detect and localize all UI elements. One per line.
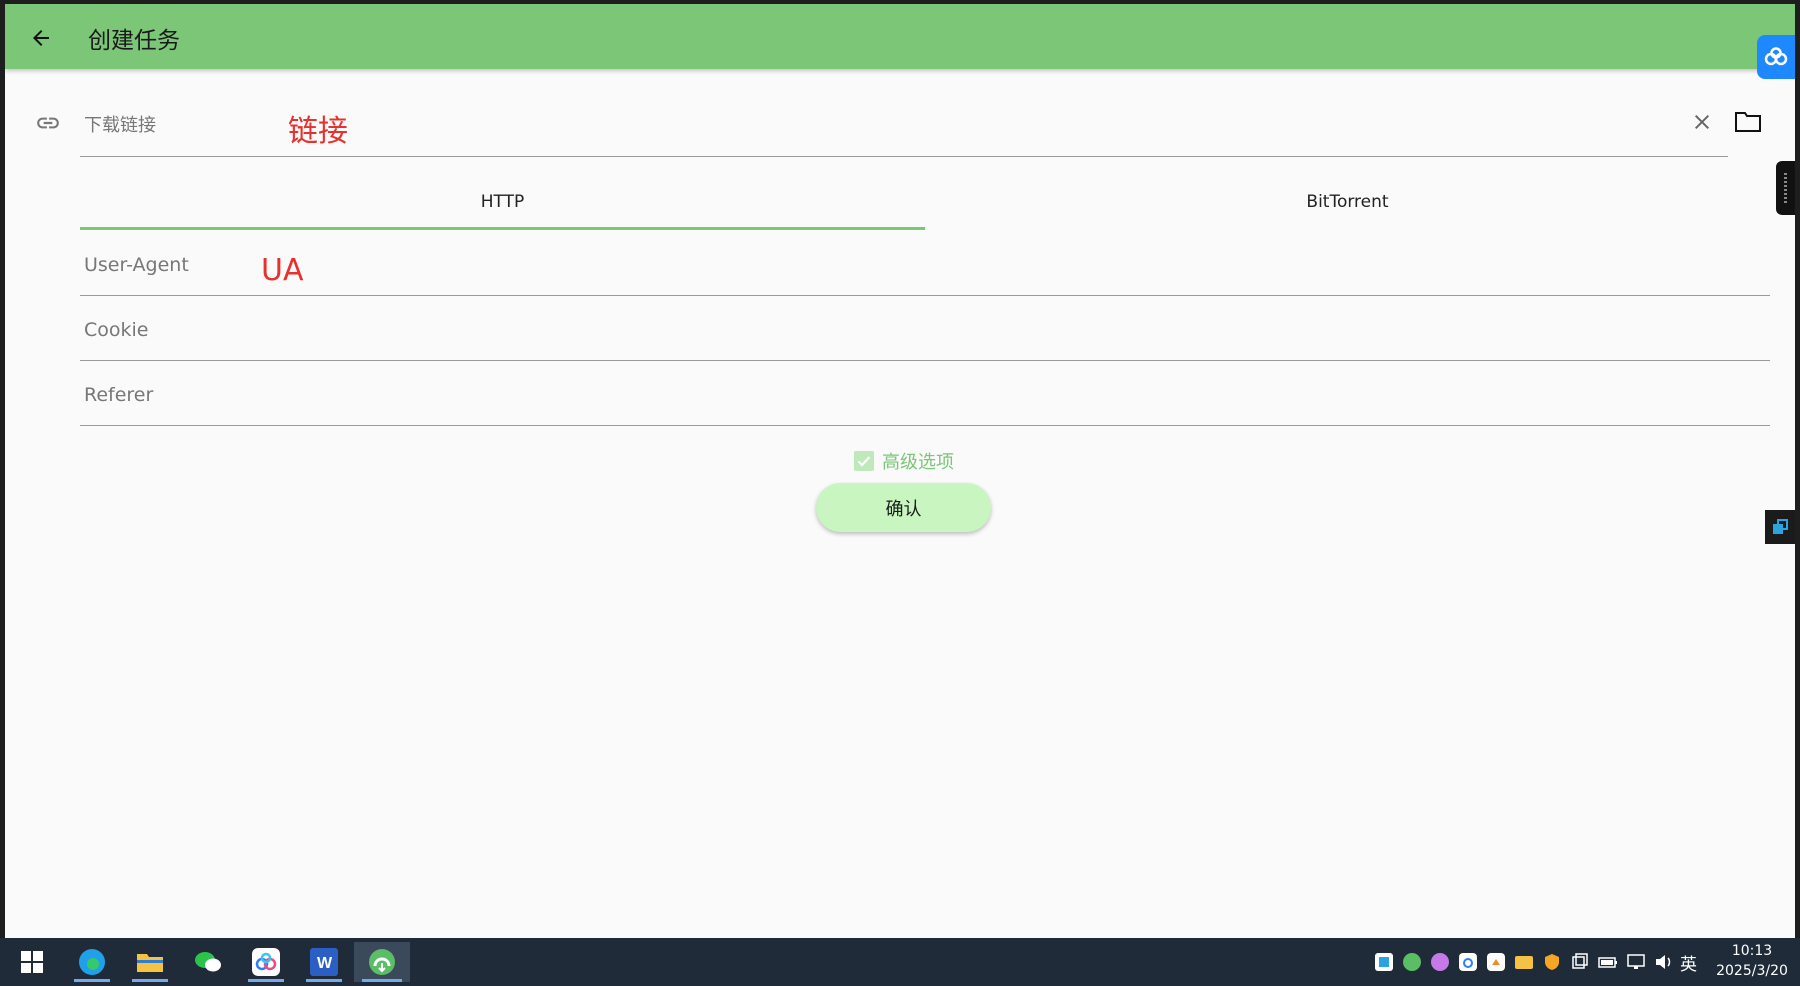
tray-netdisk-icon[interactable] (1458, 952, 1478, 972)
app-bar: 创建任务 (5, 4, 1795, 69)
arrow-left-icon (33, 30, 49, 46)
baidu-netdisk-float-button[interactable] (1757, 35, 1795, 79)
clock-time[interactable]: 10:13 (1727, 943, 1777, 959)
clock-date[interactable]: 2025/3/20 (1712, 963, 1792, 979)
close-icon[interactable] (1690, 110, 1714, 134)
cookie-input[interactable]: Cookie (80, 298, 1770, 361)
battery-icon[interactable] (1598, 952, 1618, 972)
network-icon[interactable] (1626, 952, 1646, 972)
gopeed-icon[interactable] (354, 942, 410, 982)
taskbar: W 英 10:13 2025/3/20 (0, 938, 1800, 986)
svg-text:W: W (317, 955, 333, 972)
wechat-icon[interactable] (182, 942, 234, 982)
protocol-tabs: HTTP BitTorrent (80, 174, 1770, 231)
check-icon (857, 456, 871, 467)
tab-indicator (80, 227, 925, 230)
cookie-label: Cookie (84, 319, 149, 341)
tray-gopeed-icon[interactable] (1402, 952, 1422, 972)
confirm-button[interactable]: 确认 (816, 483, 991, 532)
referer-label: Referer (84, 384, 154, 406)
link-icon (37, 117, 59, 129)
user-agent-label: User-Agent (84, 254, 189, 276)
advanced-options-label: 高级选项 (882, 452, 954, 473)
tray-shield-icon[interactable] (1542, 952, 1562, 972)
page-title: 创建任务 (88, 28, 180, 54)
referer-input[interactable]: Referer (80, 363, 1770, 426)
baidu-netdisk-icon[interactable] (240, 942, 292, 982)
cloud-icon (1764, 47, 1788, 66)
back-button[interactable] (23, 20, 59, 56)
checkbox-checked-icon[interactable] (854, 451, 874, 471)
tray-app-icon-2[interactable] (1486, 952, 1506, 972)
folder-icon[interactable] (1734, 110, 1762, 134)
url-placeholder: 下载链接 (84, 115, 156, 136)
volume-icon[interactable] (1654, 952, 1674, 972)
tab-http[interactable]: HTTP (80, 174, 925, 230)
tray-app-icon-1[interactable] (1374, 952, 1394, 972)
ime-indicator[interactable]: 英 (1680, 950, 1697, 975)
side-drag-handle[interactable] (1776, 161, 1795, 215)
tray-app-icon-3[interactable] (1514, 952, 1534, 972)
user-agent-input[interactable]: User-Agent (80, 233, 1770, 296)
tray-cat-icon[interactable] (1430, 952, 1450, 972)
edge-icon[interactable] (66, 942, 118, 982)
windows-start-icon[interactable] (6, 942, 58, 982)
advanced-options-checkbox[interactable]: 高级选项 (854, 448, 954, 474)
annotation-ua: UA (261, 253, 304, 288)
tab-bittorrent[interactable]: BitTorrent (925, 174, 1770, 230)
annotation-link: 链接 (288, 114, 348, 149)
word-icon[interactable]: W (298, 942, 350, 982)
file-explorer-icon[interactable] (124, 942, 176, 982)
tray-window-icon[interactable] (1570, 952, 1590, 972)
side-float-button[interactable] (1765, 510, 1795, 544)
expand-icon (1773, 519, 1788, 534)
app-window: 创建任务 下载链接 链接 HTTP BitTorrent User-Agent … (5, 4, 1795, 938)
